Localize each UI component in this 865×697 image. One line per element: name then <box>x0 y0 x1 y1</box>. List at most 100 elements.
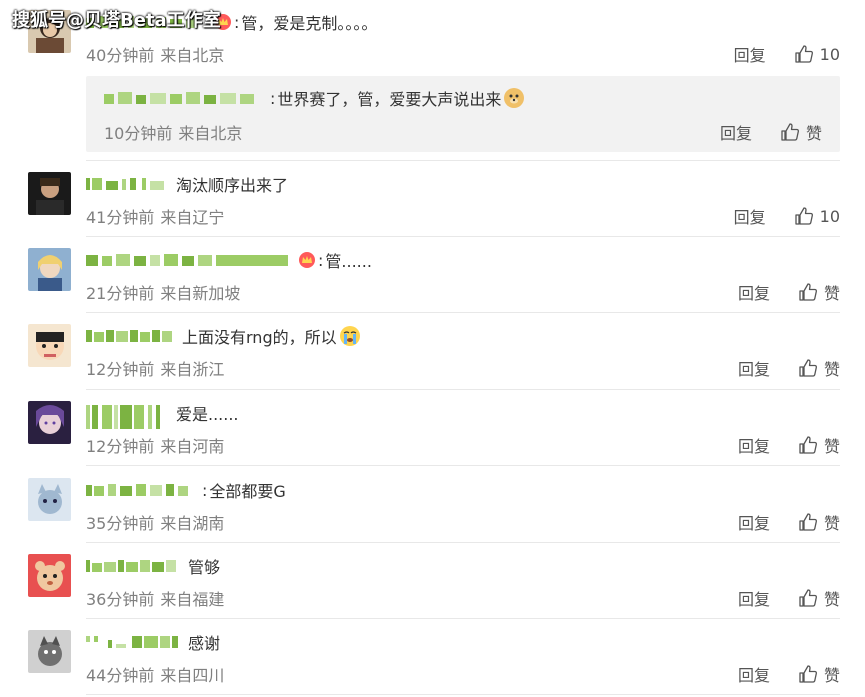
comment-body: 感谢 <box>86 630 220 654</box>
like-button[interactable]: 赞 <box>798 280 840 304</box>
comment-meta: 21分钟前 来自新加坡 <box>86 280 240 304</box>
comment-time: 44分钟前 <box>86 666 155 685</box>
comment-item: 淘汰顺序出来了 41分钟前 来自辽宁 回复 10 <box>28 172 840 227</box>
like-button[interactable]: 赞 <box>798 510 840 534</box>
comment-actions: 回复 赞 <box>738 510 840 534</box>
avatar[interactable] <box>28 172 71 215</box>
comment-time: 21分钟前 <box>86 284 155 303</box>
avatar[interactable] <box>28 324 71 367</box>
like-button[interactable]: 10 <box>794 44 840 64</box>
username-blurred[interactable] <box>86 482 196 498</box>
divider <box>86 542 840 543</box>
username-blurred[interactable] <box>104 90 264 106</box>
like-button[interactable]: 赞 <box>798 586 840 610</box>
avatar[interactable] <box>28 478 71 521</box>
username-blurred[interactable] <box>86 252 290 268</box>
comment-item: : 管，爱是克制。。。。 40分钟前来自北京 回复 10 : 世界赛了，管，爱要… <box>28 10 840 160</box>
avatar[interactable] <box>28 401 71 444</box>
comment-text: 管...... <box>325 252 372 271</box>
like-label: 赞 <box>823 590 840 609</box>
comment-item: 感谢 44分钟前 来自四川 回复 赞 <box>28 630 840 685</box>
thumbs-up-icon <box>794 207 813 225</box>
comment-location: 来自四川 <box>160 666 225 685</box>
comment-text: 爱是...... <box>176 405 239 424</box>
like-label: 赞 <box>823 514 840 533</box>
comment-body: : 全部都要G <box>86 478 286 502</box>
comment-time: 40分钟前 <box>86 46 155 65</box>
avatar[interactable] <box>28 554 71 597</box>
comment-body: 上面没有rng的，所以 <box>86 324 361 348</box>
sub-reply-actions: 回复 赞 <box>720 120 822 144</box>
avatar[interactable] <box>28 248 71 291</box>
sub-reply-meta: 10分钟前 来自北京 <box>104 120 242 144</box>
reply-button[interactable]: 回复 <box>734 42 766 66</box>
like-label: 赞 <box>823 284 840 303</box>
reply-button[interactable]: 回复 <box>738 586 770 610</box>
username-blurred[interactable] <box>86 328 176 344</box>
comment-location: 来自河南 <box>160 437 225 456</box>
divider <box>86 389 840 390</box>
comment-body: : 管...... <box>86 248 372 272</box>
crown-badge-icon <box>298 251 316 269</box>
sub-reply-location: 来自北京 <box>178 124 243 143</box>
reply-button[interactable]: 回复 <box>720 120 752 144</box>
comment-meta: 35分钟前 来自湖南 <box>86 510 224 534</box>
comment-actions: 回复 赞 <box>738 662 840 686</box>
colon: : <box>270 88 276 108</box>
comment-text: 全部都要G <box>209 482 286 501</box>
comment-time: 35分钟前 <box>86 514 155 533</box>
like-label: 赞 <box>823 666 840 685</box>
avatar[interactable] <box>28 630 71 673</box>
sub-reply-body: : 世界赛了，管，爱要大声说出来 <box>104 86 525 110</box>
thumbs-up-icon <box>799 665 817 683</box>
like-button[interactable]: 赞 <box>780 120 822 144</box>
divider <box>86 236 840 237</box>
comment-item: : 管...... 21分钟前 来自新加坡 回复 赞 <box>28 248 840 303</box>
like-button[interactable]: 赞 <box>798 662 840 686</box>
thumbs-up-icon <box>799 589 817 607</box>
like-button[interactable]: 赞 <box>798 433 840 457</box>
doge-emoji-icon <box>503 87 525 109</box>
comment-location: 来自新加坡 <box>160 284 241 303</box>
comment-actions: 回复 赞 <box>738 586 840 610</box>
comment-location: 来自福建 <box>160 590 225 609</box>
comment-item: 爱是...... 12分钟前 来自河南 回复 赞 <box>28 401 840 456</box>
comment-time: 41分钟前 <box>86 208 155 227</box>
sub-reply-time: 10分钟前 <box>104 124 173 143</box>
reply-button[interactable]: 回复 <box>738 662 770 686</box>
like-button[interactable]: 10 <box>794 206 840 226</box>
thumbs-up-icon <box>799 436 817 454</box>
username-blurred[interactable] <box>86 634 182 650</box>
comment-item: 上面没有rng的，所以 12分钟前 来自浙江 回复 赞 <box>28 324 840 379</box>
divider <box>86 618 840 619</box>
comment-meta: 44分钟前 来自四川 <box>86 662 224 686</box>
reply-button[interactable]: 回复 <box>738 433 770 457</box>
comment-meta: 12分钟前 来自浙江 <box>86 356 224 380</box>
comment-item: : 全部都要G 35分钟前 来自湖南 回复 赞 <box>28 478 840 533</box>
comment-location: 来自湖南 <box>160 514 225 533</box>
reply-button[interactable]: 回复 <box>738 510 770 534</box>
thumbs-up-icon <box>781 123 799 141</box>
username-blurred[interactable] <box>86 558 182 574</box>
username-blurred[interactable] <box>86 405 170 429</box>
comment-text: 管够 <box>188 558 221 577</box>
thumbs-up-icon <box>794 45 813 63</box>
like-button[interactable]: 赞 <box>798 356 840 380</box>
reply-button[interactable]: 回复 <box>738 280 770 304</box>
reply-button[interactable]: 回复 <box>738 356 770 380</box>
comment-meta: 36分钟前 来自福建 <box>86 586 224 610</box>
comment-text: 淘汰顺序出来了 <box>176 176 289 195</box>
like-label: 赞 <box>823 360 840 379</box>
comment-text: 上面没有rng的，所以 <box>182 328 337 347</box>
comment-time: 12分钟前 <box>86 437 155 456</box>
like-count: 10 <box>819 206 840 226</box>
comment-actions: 回复 赞 <box>738 280 840 304</box>
username-blurred[interactable] <box>86 176 170 192</box>
like-label: 赞 <box>823 437 840 456</box>
comment-text: 感谢 <box>188 634 221 653</box>
reply-button[interactable]: 回复 <box>734 204 766 228</box>
comment-time: 36分钟前 <box>86 590 155 609</box>
comment-meta: 12分钟前 来自河南 <box>86 433 224 457</box>
comment-text: 管，爱是克制。。。。 <box>241 14 378 33</box>
comment-actions: 回复 赞 <box>738 356 840 380</box>
